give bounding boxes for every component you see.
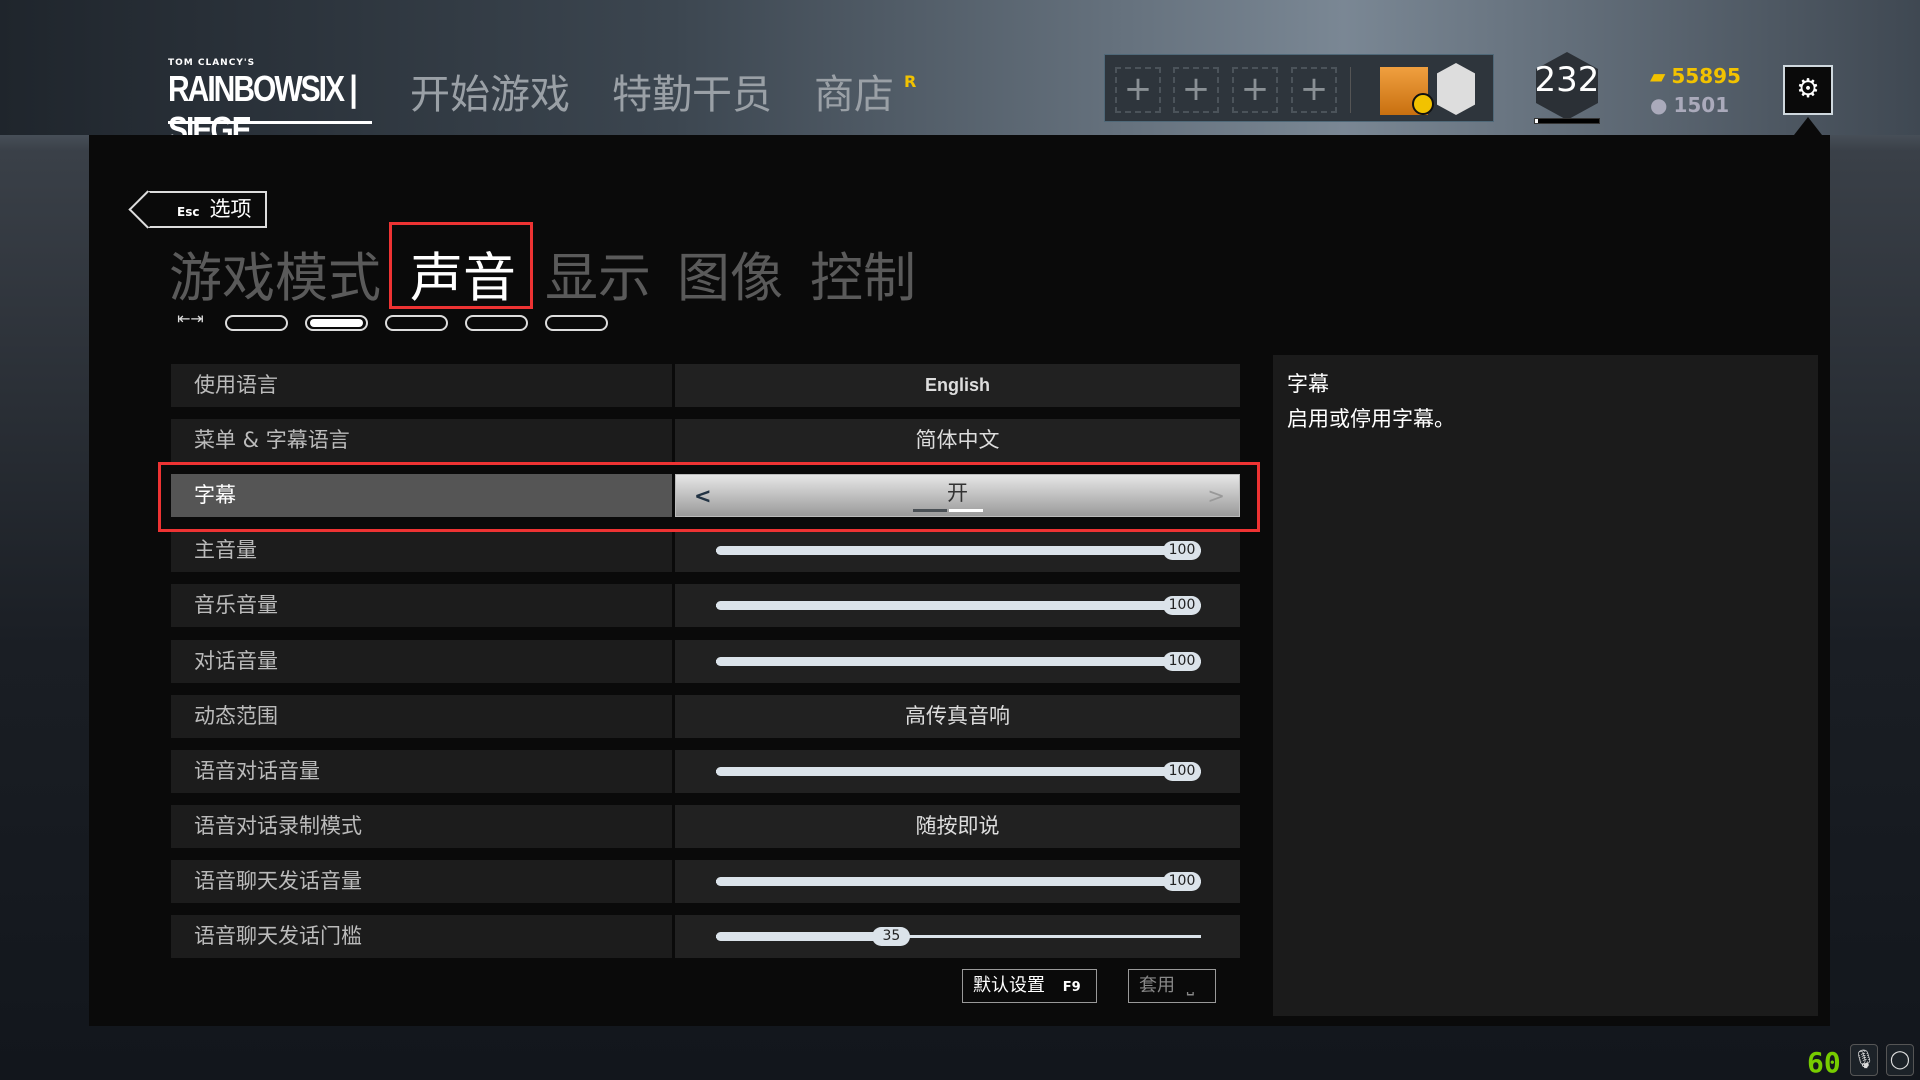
renown-value: 55895 [1671,64,1741,88]
slider-knob[interactable]: 100 [1163,541,1201,561]
page-indicator-pill[interactable] [385,315,448,331]
back-button[interactable]: Esc 选项 [147,191,267,228]
slider-knob[interactable]: 100 [1163,761,1201,781]
page-indicator-pill[interactable] [465,315,528,331]
slider-knob[interactable]: 100 [1163,596,1201,616]
setting-slider[interactable]: 100 [675,639,1240,683]
setting-value[interactable]: 简体中文 [675,419,1240,463]
add-squad-slot[interactable]: + [1232,67,1278,113]
store-badge-icon: R [904,72,917,91]
level-progress-bar [1534,118,1600,124]
info-description: 启用或停用字幕。 [1287,407,1455,431]
menu-pointer [1794,117,1822,135]
rank-icon[interactable] [1437,63,1475,115]
space-key: ⎵ [1186,975,1194,996]
loading-icon: ◯ [1886,1044,1914,1076]
setting-slider[interactable]: 100 [675,749,1240,793]
setting-value[interactable]: 高传真音响 [675,694,1240,738]
setting-label[interactable]: 语音聊天发话门槛 [171,915,672,958]
setting-value[interactable]: English [675,364,1240,407]
setting-label[interactable]: 对话音量 [171,639,672,683]
nav-operators[interactable]: 特勤干员 [612,62,772,120]
r6-credits-amount: ● 1501 [1650,93,1729,117]
selected-row-highlight [158,462,1260,532]
setting-slider[interactable]: 100 [675,529,1240,573]
tab-controls[interactable]: 控制 [810,236,916,312]
setting-slider[interactable]: 100 [675,584,1240,628]
gear-icon: ⚙ [1796,74,1820,104]
tab-graphics[interactable]: 图像 [677,236,783,312]
r6-credits-value: 1501 [1673,93,1730,117]
page-indicator-pill[interactable] [225,315,288,331]
logo-subtitle: TOM CLANCY'S [168,58,256,68]
settings-gear-button[interactable]: ⚙ [1783,65,1833,115]
active-tab-highlight [389,222,533,309]
info-panel: 字幕 启用或停用字幕。 [1273,355,1818,1016]
page-indicator-pill[interactable] [305,315,368,331]
slider-knob[interactable]: 100 [1163,871,1201,891]
setting-label[interactable]: 语音对话音量 [171,749,672,793]
slider-fill [716,876,1173,886]
default-settings-button[interactable]: 默认设置 F9 [962,969,1097,1003]
nav-play[interactable]: 开始游戏 [410,62,570,120]
f9-key: F9 [1062,980,1081,995]
renown-amount: ▰ 55895 [1650,64,1741,88]
add-squad-slot[interactable]: + [1115,67,1161,113]
setting-label[interactable]: 菜单 & 字幕语言 [171,419,672,463]
slider-knob[interactable]: 35 [872,927,911,946]
renown-icon: ▰ [1650,64,1666,88]
player-level: 232 [1534,60,1600,100]
setting-label[interactable]: 音乐音量 [171,584,672,628]
default-label: 默认设置 [973,975,1045,996]
setting-label[interactable]: 使用语言 [171,364,672,407]
nav-store[interactable]: 商店 [814,62,894,120]
setting-slider[interactable]: 35 [675,915,1240,958]
apply-button[interactable]: 套用 ⎵ [1128,969,1216,1003]
slider-fill [716,656,1173,666]
slider-fill [716,932,883,941]
fps-counter: 60 [1807,1046,1841,1079]
r6-credits-icon: ● [1650,93,1668,117]
game-logo[interactable]: TOM CLANCY'S RAINBOWSIX | SIEGE [168,58,372,150]
tab-switch-icon[interactable]: ⇤⇥ [177,309,207,335]
slider-fill [716,766,1173,776]
back-label: 选项 [209,197,252,221]
setting-label[interactable]: 语音聊天发话音量 [171,859,672,903]
page-indicator-pill[interactable] [545,315,608,331]
season-badge-icon [1412,93,1434,115]
tab-display[interactable]: 显示 [545,236,651,312]
esc-key: Esc [177,205,200,219]
setting-slider[interactable]: 100 [675,859,1240,903]
apply-label: 套用 [1139,975,1175,996]
setting-label[interactable]: 主音量 [171,529,672,573]
setting-value[interactable]: 随按即说 [675,804,1240,848]
microphone-icon: 🎙 [1850,1044,1878,1076]
tab-gameplay[interactable]: 游戏模式 [169,236,381,312]
squad-loadout: + + + + [1104,54,1494,122]
slider-fill [716,601,1173,611]
add-squad-slot[interactable]: + [1173,67,1219,113]
info-title: 字幕 [1287,372,1329,396]
slider-fill [716,546,1173,556]
add-squad-slot[interactable]: + [1291,67,1337,113]
slider-knob[interactable]: 100 [1163,651,1201,671]
setting-label[interactable]: 语音对话录制模式 [171,804,672,848]
setting-label[interactable]: 动态范围 [171,694,672,738]
